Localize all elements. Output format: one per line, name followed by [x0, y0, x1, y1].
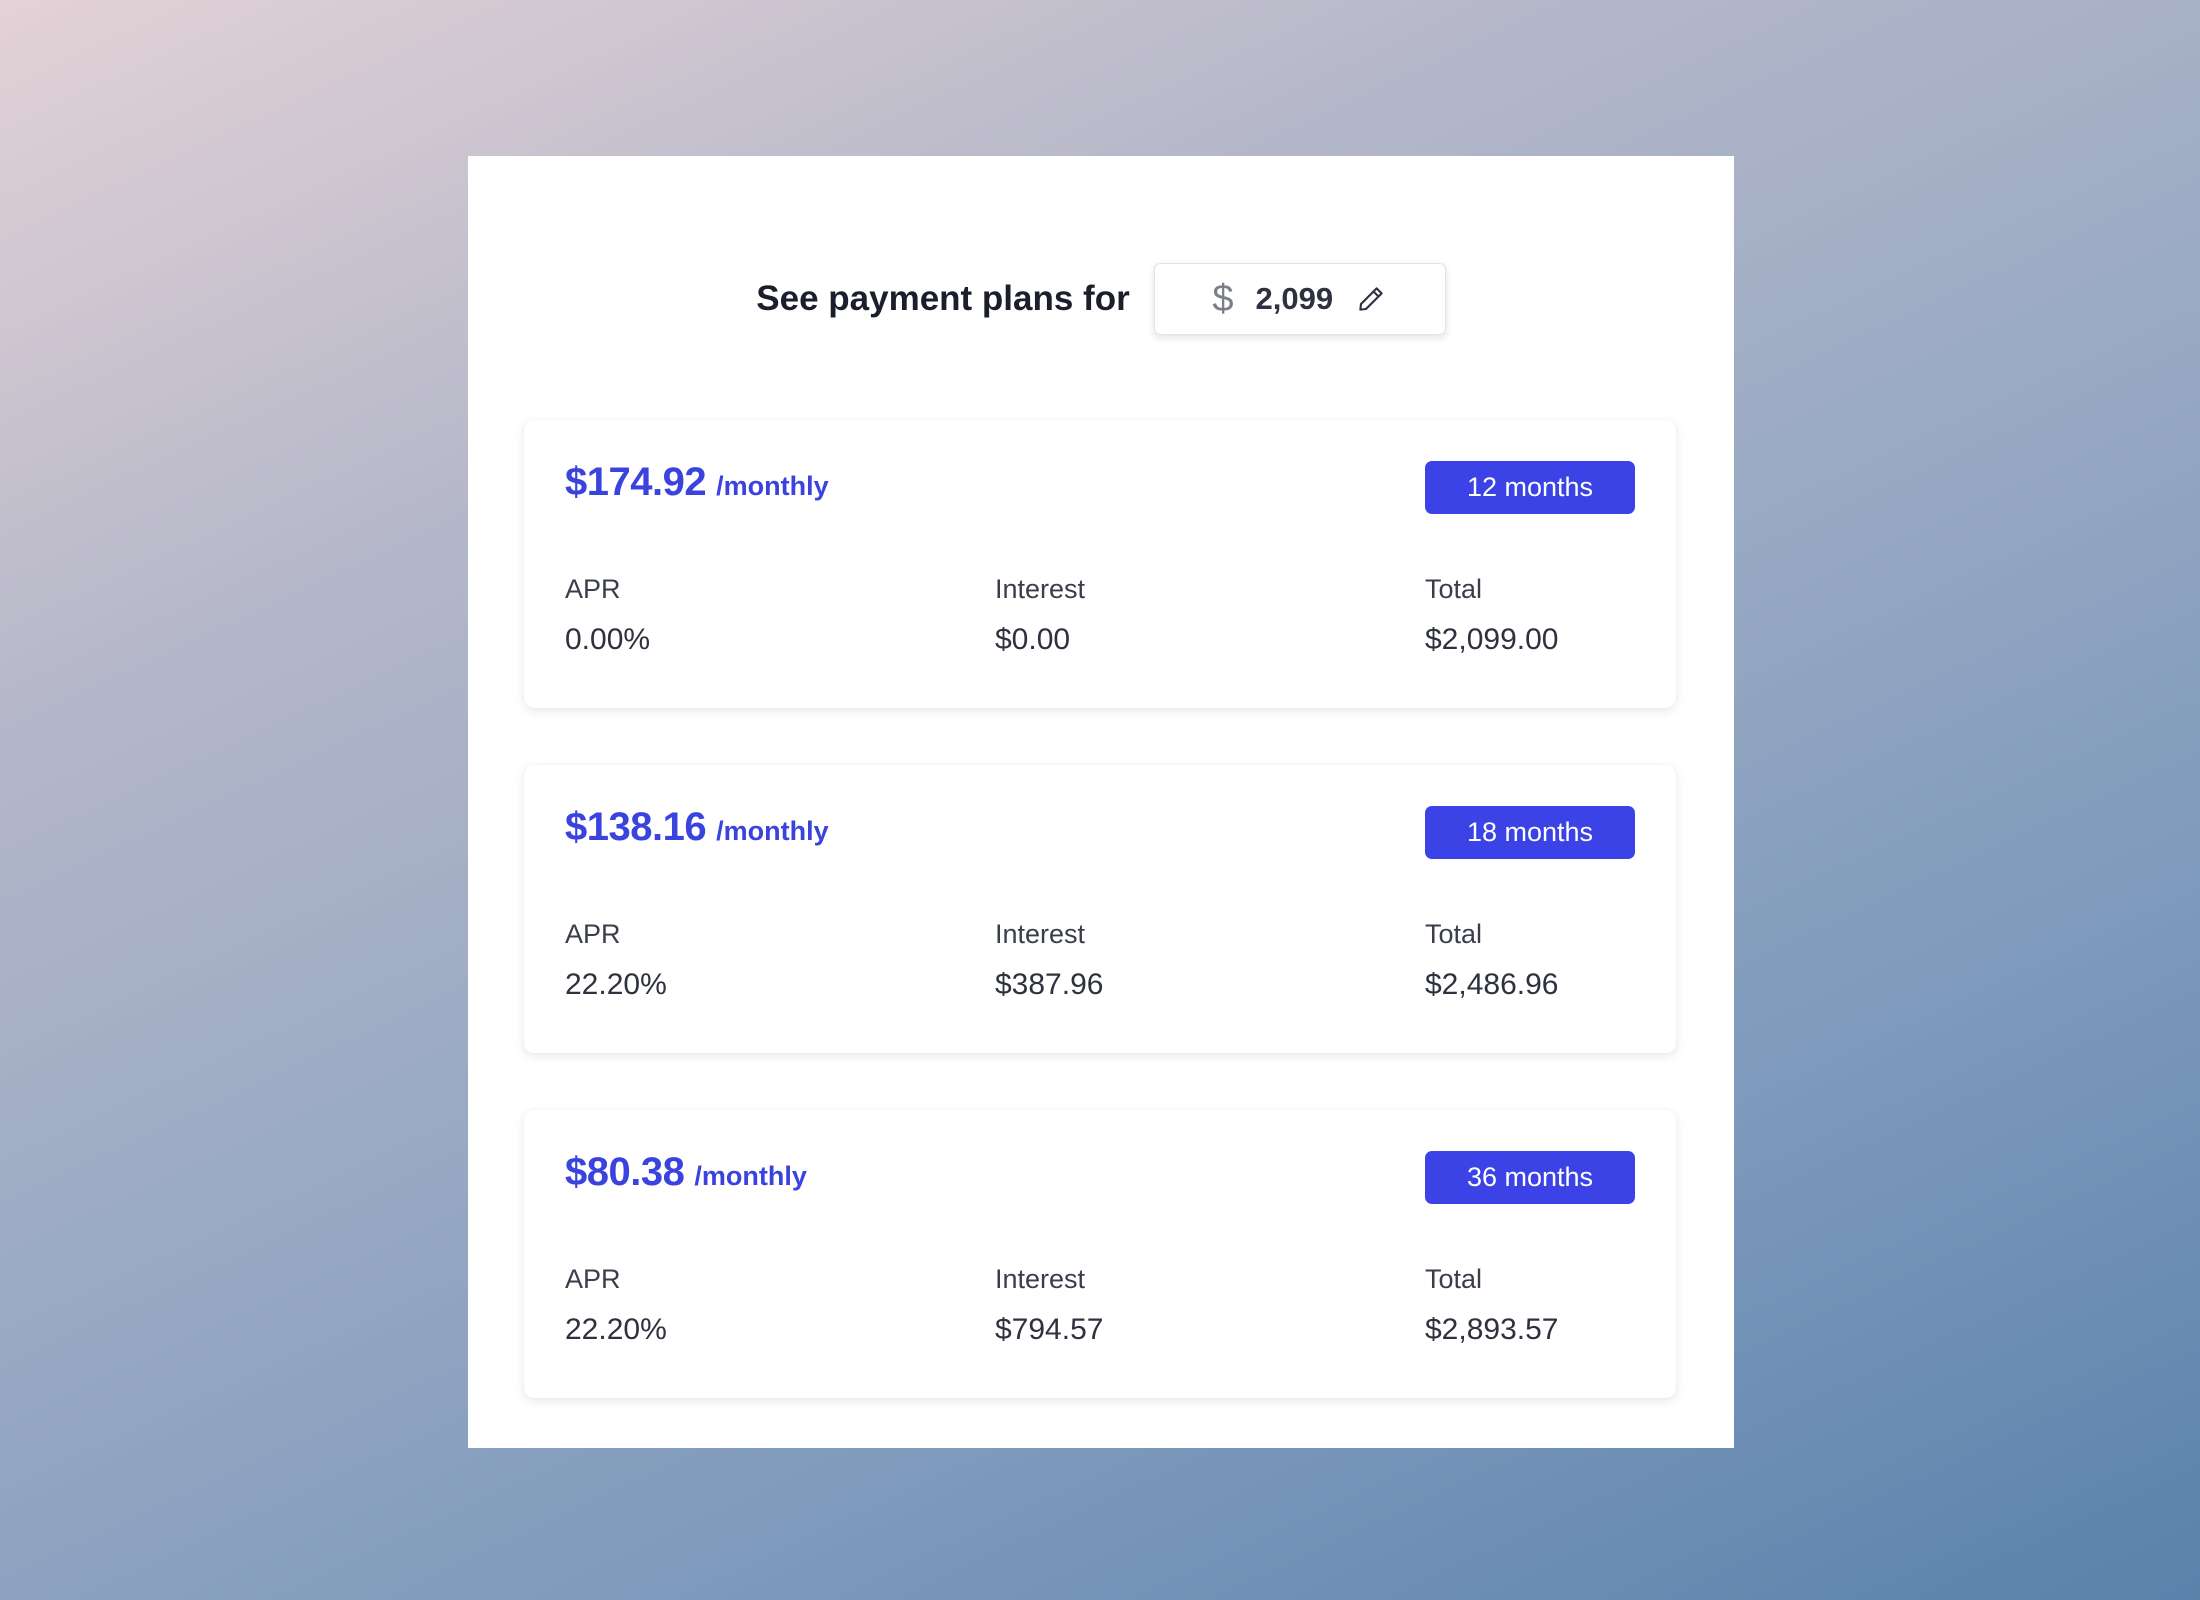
payment-plans-panel: See payment plans for $ 2,099 $174.92 /m…: [468, 156, 1734, 1448]
total-value: $2,893.57: [1425, 1313, 1559, 1346]
total-label: Total: [1425, 1264, 1483, 1294]
monthly-label: /monthly: [694, 1161, 807, 1191]
total-value: $2,486.96: [1425, 968, 1559, 1001]
apr-value: 0.00%: [565, 623, 651, 656]
total-value: $2,099.00: [1425, 623, 1559, 656]
apr-stat: APR 22.20%: [565, 1262, 667, 1348]
interest-stat: Interest $0.00: [995, 572, 1085, 658]
interest-value: $0.00: [995, 623, 1071, 656]
apr-label: APR: [565, 1264, 621, 1294]
payment-plans-header: See payment plans for $ 2,099: [468, 262, 1734, 336]
interest-stat: Interest $387.96: [995, 917, 1103, 1003]
apr-value: 22.20%: [565, 1313, 667, 1346]
interest-label: Interest: [995, 1264, 1086, 1294]
plan-card-18-months[interactable]: $138.16 /monthly 18 months APR 22.20% In…: [524, 765, 1676, 1053]
interest-value: $794.57: [995, 1313, 1104, 1346]
header-title: See payment plans for: [756, 279, 1130, 318]
total-label: Total: [1425, 574, 1483, 604]
currency-symbol: $: [1212, 277, 1234, 320]
total-stat: Total $2,486.96: [1425, 917, 1558, 1003]
total-label: Total: [1425, 919, 1483, 949]
total-stat: Total $2,893.57: [1425, 1262, 1558, 1348]
plan-card-36-months[interactable]: $80.38 /monthly 36 months APR 22.20% Int…: [524, 1110, 1676, 1398]
monthly-price-line: $80.38 /monthly: [565, 1150, 807, 1195]
term-badge[interactable]: 36 months: [1425, 1151, 1635, 1204]
interest-label: Interest: [995, 574, 1086, 604]
term-badge[interactable]: 12 months: [1425, 461, 1635, 514]
plan-card-12-months[interactable]: $174.92 /monthly 12 months APR 0.00% Int…: [524, 420, 1676, 708]
apr-label: APR: [565, 919, 621, 949]
term-badge[interactable]: 18 months: [1425, 806, 1635, 859]
apr-value: 22.20%: [565, 968, 667, 1001]
interest-label: Interest: [995, 919, 1086, 949]
interest-stat: Interest $794.57: [995, 1262, 1103, 1348]
monthly-price-line: $138.16 /monthly: [565, 805, 829, 850]
monthly-price: $138.16: [565, 805, 707, 849]
monthly-price: $174.92: [565, 460, 707, 504]
amount-input[interactable]: $ 2,099: [1153, 263, 1446, 335]
apr-label: APR: [565, 574, 621, 604]
amount-value: 2,099: [1255, 281, 1334, 316]
apr-stat: APR 0.00%: [565, 572, 650, 658]
apr-stat: APR 22.20%: [565, 917, 667, 1003]
total-stat: Total $2,099.00: [1425, 572, 1558, 658]
monthly-price-line: $174.92 /monthly: [565, 460, 829, 505]
monthly-price: $80.38: [565, 1150, 685, 1194]
interest-value: $387.96: [995, 968, 1104, 1001]
pencil-icon[interactable]: [1355, 283, 1387, 315]
monthly-label: /monthly: [716, 471, 829, 501]
monthly-label: /monthly: [716, 816, 829, 846]
